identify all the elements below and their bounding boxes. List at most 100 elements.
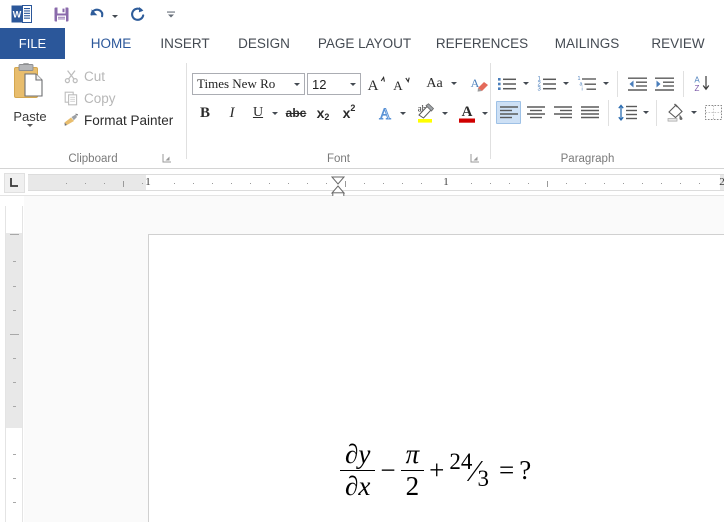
document-page[interactable]: ∂y ∂x − π 2 + 24 ⁄ 3 = ? — [148, 234, 724, 522]
customize-quick-access-icon[interactable] — [157, 1, 185, 27]
scissors-icon — [60, 67, 82, 87]
svg-text:A: A — [379, 106, 391, 123]
undo-icon[interactable] — [81, 1, 109, 27]
clipboard-group-label: Clipboard — [68, 153, 118, 165]
align-right-icon[interactable] — [550, 101, 575, 124]
format-painter-icon — [60, 111, 82, 131]
italic-icon[interactable]: I — [221, 102, 243, 124]
tab-file[interactable]: FILE — [0, 28, 65, 59]
change-case-dropdown-icon[interactable] — [448, 72, 459, 95]
cut-label: Cut — [84, 69, 106, 84]
tab-stop-selector-button[interactable] — [4, 173, 25, 193]
font-color-dropdown-icon[interactable] — [479, 102, 490, 124]
text-effects-icon[interactable]: A — [373, 102, 397, 124]
numbering-dropdown-icon[interactable] — [560, 72, 571, 95]
align-center-icon[interactable] — [523, 101, 548, 124]
line-spacing-dropdown-icon[interactable] — [640, 101, 651, 124]
svg-text:A: A — [367, 78, 378, 93]
cut-button[interactable]: Cut — [60, 66, 178, 87]
text-highlight-color-icon[interactable]: ab — [413, 100, 439, 125]
shading-icon[interactable] — [663, 100, 688, 124]
borders-icon[interactable] — [702, 101, 724, 124]
grow-font-icon[interactable]: A — [365, 72, 388, 95]
tab-home[interactable]: HOME — [76, 28, 146, 59]
equation-display[interactable]: ∂y ∂x − π 2 + 24 ⁄ 3 = ? — [340, 440, 536, 500]
tab-references[interactable]: REFERENCES — [427, 28, 537, 59]
ruler-left-margin — [28, 175, 146, 190]
sort-icon[interactable]: A Z — [690, 72, 715, 95]
italic-label: I — [229, 104, 235, 121]
vertical-ruler-margin — [6, 233, 22, 428]
save-icon[interactable] — [47, 1, 75, 27]
ribbon-group-paragraph: 123 1ai A Z Paragraph — [491, 59, 724, 168]
ribbon-group-font: Times New Ro 12 A A Aa A B I U abc x 2 x… — [187, 59, 490, 168]
ruler-track[interactable]: 1 1 2 — [28, 174, 724, 191]
paragraph-inner-sep-4 — [656, 100, 657, 126]
underline-icon[interactable]: U — [247, 102, 269, 124]
numbering-icon[interactable]: 123 — [536, 72, 560, 95]
text-effects-dropdown-icon[interactable] — [397, 102, 408, 124]
ribbon: Paste Cut Copy Format Painter Clipboard … — [0, 59, 724, 169]
increase-indent-icon[interactable] — [652, 72, 677, 95]
tab-insert[interactable]: INSERT — [151, 28, 219, 59]
clear-formatting-icon[interactable]: A — [468, 72, 491, 95]
decrease-indent-icon[interactable] — [625, 72, 650, 95]
word-application-window: W FILE HOME INSERT DESIGN PAGE LAYOUT RE… — [0, 0, 724, 522]
horizontal-ruler: 1 1 2 — [0, 170, 724, 201]
font-size-dropdown-icon[interactable] — [345, 74, 360, 94]
word-icon: W — [7, 1, 35, 27]
undo-dropdown-icon[interactable] — [109, 1, 120, 27]
font-size-combobox[interactable]: 12 — [307, 73, 361, 95]
paragraph-group-label: Paragraph — [560, 153, 615, 165]
tab-review[interactable]: REVIEW — [637, 28, 719, 59]
partial-derivative-numerator: ∂y — [345, 439, 371, 469]
multilevel-list-dropdown-icon[interactable] — [600, 72, 611, 95]
font-group-label: Font — [326, 153, 350, 165]
paste-dropdown-icon[interactable] — [27, 124, 33, 145]
font-color-icon[interactable]: A — [455, 100, 479, 125]
document-canvas: ∂y ∂x − π 2 + 24 ⁄ 3 = ? — [24, 196, 724, 522]
shrink-font-icon[interactable]: A — [390, 72, 413, 95]
subscript-sub-label: 2 — [324, 112, 330, 122]
paste-button[interactable]: Paste — [6, 63, 54, 144]
tab-mailings[interactable]: MAILINGS — [541, 28, 633, 59]
svg-text:Z: Z — [694, 84, 699, 93]
paragraph-inner-sep-2 — [683, 71, 684, 97]
font-name-combobox[interactable]: Times New Ro — [192, 73, 305, 95]
format-painter-button[interactable]: Format Painter — [60, 110, 185, 131]
redo-icon[interactable] — [123, 1, 151, 27]
partial-derivative-denominator: ∂x — [340, 469, 376, 501]
underline-dropdown-icon[interactable] — [269, 102, 280, 124]
multilevel-list-icon[interactable]: 1ai — [576, 72, 600, 95]
ribbon-group-clipboard: Paste Cut Copy Format Painter Clipboard — [0, 59, 186, 168]
format-painter-label: Format Painter — [84, 113, 174, 128]
change-case-icon[interactable]: Aa — [421, 72, 448, 95]
line-spacing-icon[interactable] — [615, 101, 640, 124]
vertical-ruler[interactable] — [5, 206, 23, 522]
subscript-label: x — [316, 105, 325, 121]
paragraph-inner-sep-1 — [617, 71, 618, 97]
subscript-icon[interactable]: x2 — [311, 102, 335, 124]
skewed-numerator: 24 — [449, 449, 473, 475]
align-left-icon[interactable] — [496, 101, 521, 124]
bold-label: B — [199, 104, 210, 121]
tab-design[interactable]: DESIGN — [225, 28, 303, 59]
bold-icon[interactable]: B — [194, 102, 216, 124]
copy-label: Copy — [84, 91, 116, 106]
strikethrough-icon[interactable]: abc — [283, 102, 309, 124]
text-highlight-color-dropdown-icon[interactable] — [439, 102, 450, 124]
shading-dropdown-icon[interactable] — [688, 101, 699, 124]
bullets-icon[interactable] — [496, 72, 520, 95]
paste-label: Paste — [13, 109, 47, 124]
clipboard-dialog-launcher[interactable] — [162, 151, 174, 163]
svg-text:3: 3 — [538, 86, 542, 92]
svg-text:i: i — [582, 86, 583, 92]
pi-numerator: π — [405, 439, 420, 469]
copy-button[interactable]: Copy — [60, 88, 178, 109]
justify-icon[interactable] — [577, 101, 602, 124]
equation-result: ? — [519, 454, 532, 485]
bullets-dropdown-icon[interactable] — [520, 72, 531, 95]
superscript-icon[interactable]: x2 — [337, 102, 361, 124]
tab-page-layout[interactable]: PAGE LAYOUT — [306, 28, 423, 59]
font-name-dropdown-icon[interactable] — [289, 74, 304, 94]
